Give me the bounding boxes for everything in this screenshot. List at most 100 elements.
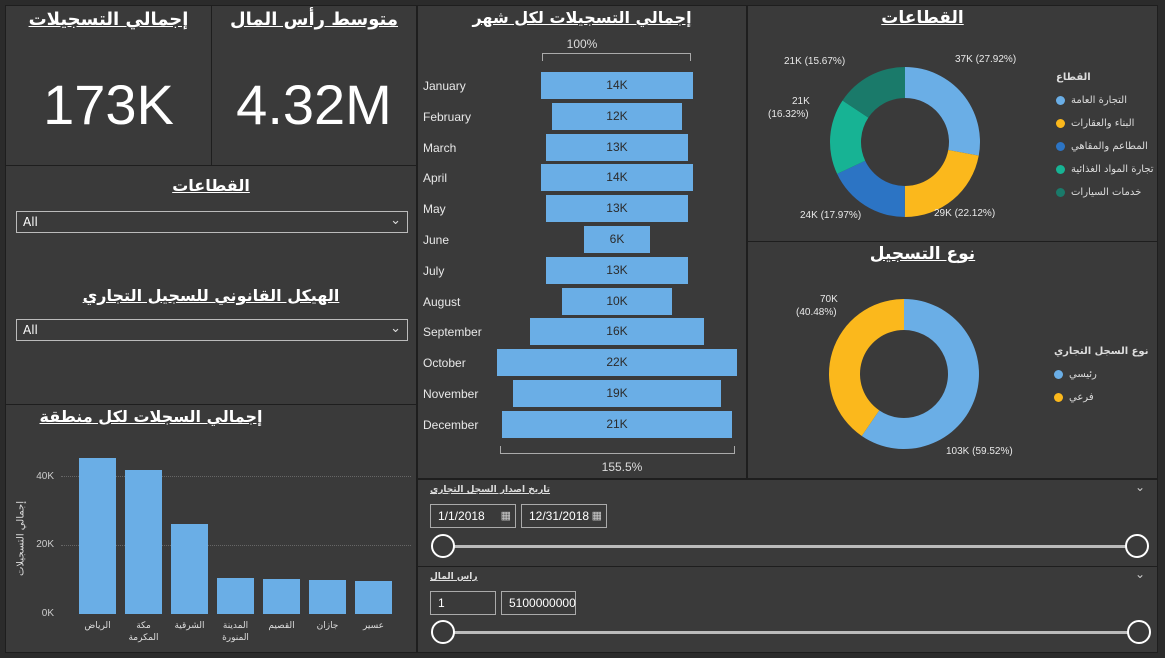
funnel-bar[interactable]: 12K (551, 102, 683, 130)
legend-item-food-trade[interactable]: تجارة المواد الغذائية (1056, 158, 1154, 181)
region-bar[interactable] (171, 524, 208, 614)
region-category-line: المنورة (222, 633, 249, 643)
funnel-bar[interactable]: 10K (562, 287, 672, 315)
calendar-icon[interactable]: ▦ (592, 509, 602, 522)
month-label: September (423, 325, 482, 340)
funnel-bar-value: 21K (606, 416, 628, 431)
monthly-chart-panel: إجمالي التسجيلات لكل شهر 100% January 14K… (417, 5, 747, 479)
legend-item-branch[interactable]: فرعي (1054, 386, 1148, 409)
legend-dot (1056, 142, 1065, 151)
funnel-bar[interactable]: 14K (540, 164, 694, 192)
legal-structure-dropdown-value: All (23, 323, 38, 337)
funnel-bar-value: 6K (609, 232, 625, 246)
kpi-avg-capital-card: متوسط رأس المال 4.32M (211, 5, 417, 166)
legend-item-restaurants[interactable]: المطاعم والمقاهي (1056, 135, 1154, 158)
region-category-line: عسير (362, 621, 385, 631)
date-end-value: 12/31/2018 (529, 509, 590, 523)
type-legend-title: نوع السجل التجاري (1054, 346, 1149, 357)
date-slider-end-handle[interactable] (1125, 534, 1149, 558)
funnel-bar[interactable]: 14K (540, 72, 694, 99)
legend-dot (1054, 393, 1063, 402)
region-bar[interactable] (79, 458, 116, 614)
funnel-bar-value: 14K (606, 78, 628, 92)
legend-label: المطاعم والمقاهي (1071, 141, 1148, 152)
sectors-legend: القطاع التجارة العامة البناء والعقارات ا… (1056, 72, 1154, 204)
date-start-input[interactable]: 1/1/2018 ▦ (430, 504, 516, 528)
region-category-label: القصيم (257, 620, 307, 632)
sectors-legend-title: القطاع (1056, 72, 1091, 83)
region-category-line: القصيم (268, 621, 295, 631)
region-bar[interactable] (263, 578, 300, 614)
monthly-top-percent: 100% (566, 37, 598, 51)
date-end-input[interactable]: 12/31/2018 ▦ (521, 504, 607, 528)
region-bar[interactable] (217, 577, 254, 614)
funnel-bar[interactable]: 19K (513, 380, 721, 407)
capital-min-input[interactable]: 1 (430, 591, 496, 615)
y-tick-20k: 20K (36, 539, 54, 550)
sector-label-general-trade: 37K (27.92%) (955, 54, 1017, 65)
legend-item-car-services[interactable]: خدمات السيارات (1056, 181, 1154, 204)
capital-slider-min-handle[interactable] (431, 620, 455, 644)
sector-label-car-services: 21K (15.67%) (784, 56, 846, 67)
capital-slider-max-handle[interactable] (1127, 620, 1151, 644)
type-label-branch-line2: (40.48%) (796, 307, 837, 318)
funnel-bar[interactable]: 13K (546, 256, 688, 284)
funnel-bar[interactable]: 21K (502, 410, 732, 438)
funnel-bar[interactable]: 13K (546, 195, 688, 223)
donut-slice[interactable] (829, 299, 904, 436)
region-category-line: الشرقية (174, 621, 205, 631)
region-category-label: جازان (303, 620, 353, 632)
date-slider-track[interactable] (442, 545, 1138, 548)
calendar-icon[interactable]: ▦ (501, 509, 511, 522)
collapse-chevron-icon[interactable]: ⌄ (1135, 480, 1145, 494)
region-bar[interactable] (309, 580, 346, 614)
capital-slider-track[interactable] (442, 631, 1138, 634)
month-label: December (423, 417, 479, 432)
region-category-line: المدينة (222, 621, 249, 631)
sectors-filter-title: القطاعات (172, 176, 250, 195)
donut-slice[interactable] (904, 150, 979, 217)
legend-label: التجارة العامة (1071, 95, 1128, 106)
legend-item-construction[interactable]: البناء والعقارات (1056, 112, 1154, 135)
date-slicer-title: تاريخ اصدار السجل التجاري (430, 485, 551, 495)
funnel-bar-value: 14K (606, 170, 628, 185)
sectors-dropdown[interactable]: All ⌄ (16, 211, 408, 233)
month-label: January (423, 79, 466, 93)
legend-item-main[interactable]: رئيسي (1054, 363, 1148, 386)
funnel-bar[interactable]: 13K (546, 133, 688, 161)
type-legend: نوع السجل التجاري رئيسي فرعي (1054, 346, 1148, 409)
region-chart-title: إجمالي السجلات لكل منطقة (39, 407, 263, 426)
region-bar[interactable] (125, 470, 162, 614)
legend-item-general-trade[interactable]: التجارة العامة (1056, 89, 1154, 112)
funnel-bar[interactable]: 6K (584, 226, 650, 253)
region-category-line: الرياض (84, 621, 111, 631)
funnel-bar-value: 22K (606, 355, 628, 370)
region-bar[interactable] (355, 580, 392, 614)
month-label: March (423, 140, 457, 155)
donut-slice[interactable] (905, 67, 980, 156)
kpi-total-registrations-card: إجمالي التسجيلات 173K (5, 5, 212, 166)
capital-min-value: 1 (438, 596, 445, 610)
sector-label-food-trade-line1: 21K (792, 96, 810, 107)
capital-max-input[interactable]: 5100000000 (501, 591, 576, 615)
date-start-value: 1/1/2018 (438, 509, 485, 523)
collapse-chevron-icon[interactable]: ⌄ (1135, 567, 1145, 581)
kpi-total-registrations-value: 173K (43, 73, 174, 136)
funnel-bar[interactable]: 22K (497, 349, 737, 377)
donut-slice[interactable] (837, 160, 905, 217)
region-category-label: الشرقية (165, 620, 215, 632)
y-tick-40k: 40K (36, 471, 54, 482)
type-label-main: 103K (59.52%) (946, 446, 1013, 457)
kpi-total-registrations-title: إجمالي التسجيلات (28, 9, 189, 30)
date-slicer-panel: تاريخ اصدار السجل التجاري ⌄ 1/1/2018 ▦ 1… (417, 479, 1158, 567)
funnel-bar[interactable]: 16K (529, 318, 705, 346)
filters-panel: القطاعات All ⌄ الهيكل القانوني للسجيل ال… (5, 165, 417, 405)
month-label: October (423, 356, 466, 371)
region-category-label: مكة المكرمة (119, 620, 169, 644)
date-slider-start-handle[interactable] (431, 534, 455, 558)
legend-dot (1056, 165, 1065, 174)
kpi-avg-capital-title: متوسط رأس المال (229, 9, 399, 30)
legal-structure-dropdown[interactable]: All ⌄ (16, 319, 408, 341)
sector-label-food-trade-line2: (16.32%) (768, 109, 809, 120)
capital-max-value: 5100000000 (509, 596, 576, 610)
